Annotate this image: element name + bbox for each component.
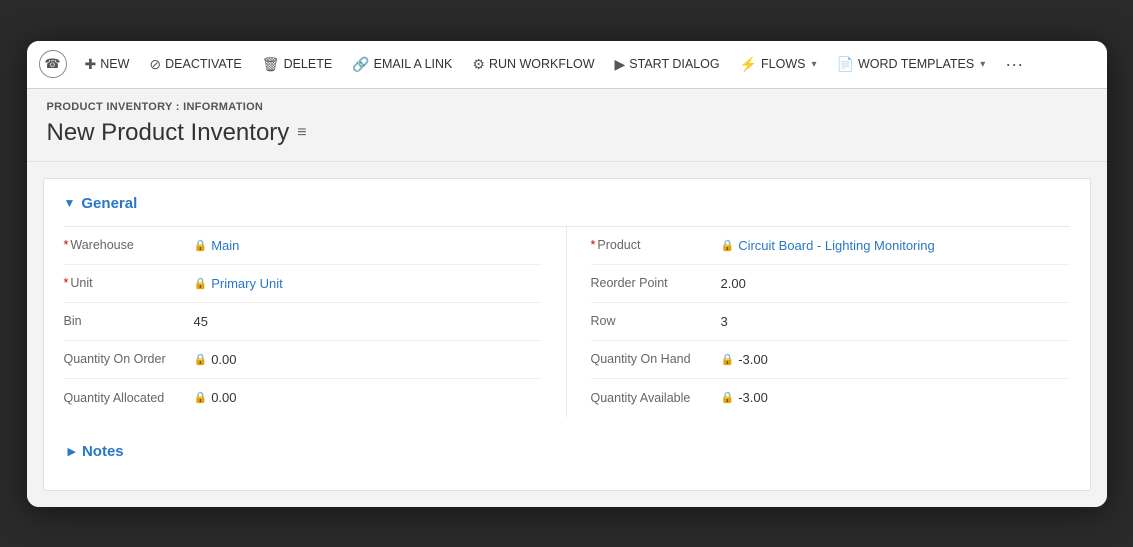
phone-icon: ☎: [39, 50, 67, 78]
general-chevron-icon: ▼: [64, 196, 76, 210]
quantity-available-lock-icon: 🔒: [721, 391, 735, 404]
quantity-available-label: Quantity Available: [591, 391, 721, 405]
quantity-on-hand-label: Quantity On Hand: [591, 352, 721, 366]
flows-button[interactable]: ⚡ FLOWS ▾: [732, 51, 825, 78]
quantity-allocated-value: 🔒 0.00: [194, 390, 237, 405]
warehouse-lock-icon: 🔒: [194, 239, 208, 252]
unit-value[interactable]: 🔒 Primary Unit: [194, 276, 283, 291]
quantity-available-value: 🔒 -3.00: [721, 390, 768, 405]
unit-label: Unit: [64, 276, 194, 290]
flows-icon: ⚡: [740, 56, 757, 73]
delete-icon: 🗑: [262, 56, 280, 73]
notes-chevron-icon: ▶: [68, 445, 76, 458]
email-link-icon: 🔗: [352, 56, 369, 73]
quantity-allocated-row: Quantity Allocated 🔒 0.00: [64, 379, 542, 417]
email-link-button[interactable]: 🔗 EMAIL A LINK: [344, 51, 460, 78]
page-title-row: New Product Inventory ≡: [47, 119, 1087, 147]
product-row: Product 🔒 Circuit Board - Lighting Monit…: [591, 227, 1070, 265]
bin-label: Bin: [64, 314, 194, 328]
word-templates-button[interactable]: 📄 WORD TEMPLATES ▾: [829, 51, 994, 78]
page-title: New Product Inventory: [47, 119, 290, 147]
reorder-point-value: 2.00: [721, 276, 746, 291]
new-button[interactable]: ✚ NEW: [77, 51, 138, 78]
general-section-header[interactable]: ▼ General: [64, 195, 1070, 212]
page-menu-icon[interactable]: ≡: [297, 124, 306, 142]
unit-lock-icon: 🔒: [194, 277, 208, 290]
reorder-point-label: Reorder Point: [591, 276, 721, 290]
start-dialog-button[interactable]: ▶ START DIALOG: [607, 51, 728, 78]
product-label: Product: [591, 238, 721, 252]
run-workflow-button[interactable]: ⚙ RUN WORKFLOW: [464, 51, 602, 78]
notes-section-header[interactable]: ▶ Notes: [64, 433, 1070, 470]
more-options-button[interactable]: ···: [997, 50, 1031, 79]
general-section-title: General: [81, 195, 137, 212]
start-dialog-icon: ▶: [615, 56, 626, 73]
quantity-on-hand-value: 🔒 -3.00: [721, 352, 768, 367]
breadcrumb: PRODUCT INVENTORY : INFORMATION: [47, 101, 1087, 113]
general-form-grid: Warehouse 🔒 Main Unit 🔒 Primary Unit: [64, 226, 1070, 417]
app-window: ☎ ✚ NEW ⊘ DEACTIVATE 🗑 DELETE 🔗 EMAIL A …: [27, 41, 1107, 507]
quantity-on-order-row: Quantity On Order 🔒 0.00: [64, 341, 542, 379]
new-icon: ✚: [85, 56, 97, 73]
quantity-on-order-lock-icon: 🔒: [194, 353, 208, 366]
product-value[interactable]: 🔒 Circuit Board - Lighting Monitoring: [721, 238, 935, 253]
page-header: PRODUCT INVENTORY : INFORMATION New Prod…: [27, 89, 1107, 162]
quantity-available-row: Quantity Available 🔒 -3.00: [591, 379, 1070, 417]
product-lock-icon: 🔒: [721, 239, 735, 252]
main-card: ▼ General Warehouse 🔒 Main: [43, 178, 1091, 491]
flows-chevron-icon: ▾: [812, 59, 817, 70]
row-field-row: Row 3: [591, 303, 1070, 341]
quantity-on-hand-row: Quantity On Hand 🔒 -3.00: [591, 341, 1070, 379]
form-left-column: Warehouse 🔒 Main Unit 🔒 Primary Unit: [64, 227, 567, 417]
warehouse-row: Warehouse 🔒 Main: [64, 227, 542, 265]
warehouse-label: Warehouse: [64, 238, 194, 252]
word-templates-icon: 📄: [837, 56, 854, 73]
run-workflow-icon: ⚙: [472, 56, 485, 73]
delete-button[interactable]: 🗑 DELETE: [254, 51, 340, 78]
form-right-column: Product 🔒 Circuit Board - Lighting Monit…: [567, 227, 1070, 417]
content-area: ▼ General Warehouse 🔒 Main: [27, 162, 1107, 507]
quantity-allocated-label: Quantity Allocated: [64, 391, 194, 405]
bin-row: Bin 45: [64, 303, 542, 341]
word-templates-chevron-icon: ▾: [980, 59, 985, 70]
warehouse-value[interactable]: 🔒 Main: [194, 238, 240, 253]
reorder-point-row: Reorder Point 2.00: [591, 265, 1070, 303]
quantity-on-hand-lock-icon: 🔒: [721, 353, 735, 366]
row-value: 3: [721, 314, 728, 329]
deactivate-icon: ⊘: [149, 56, 161, 73]
notes-section-title: Notes: [82, 443, 124, 460]
bin-value: 45: [194, 314, 208, 329]
toolbar: ☎ ✚ NEW ⊘ DEACTIVATE 🗑 DELETE 🔗 EMAIL A …: [27, 41, 1107, 89]
quantity-on-order-value: 🔒 0.00: [194, 352, 237, 367]
deactivate-button[interactable]: ⊘ DEACTIVATE: [141, 51, 249, 78]
unit-row: Unit 🔒 Primary Unit: [64, 265, 542, 303]
row-label: Row: [591, 314, 721, 328]
quantity-allocated-lock-icon: 🔒: [194, 391, 208, 404]
quantity-on-order-label: Quantity On Order: [64, 352, 194, 366]
